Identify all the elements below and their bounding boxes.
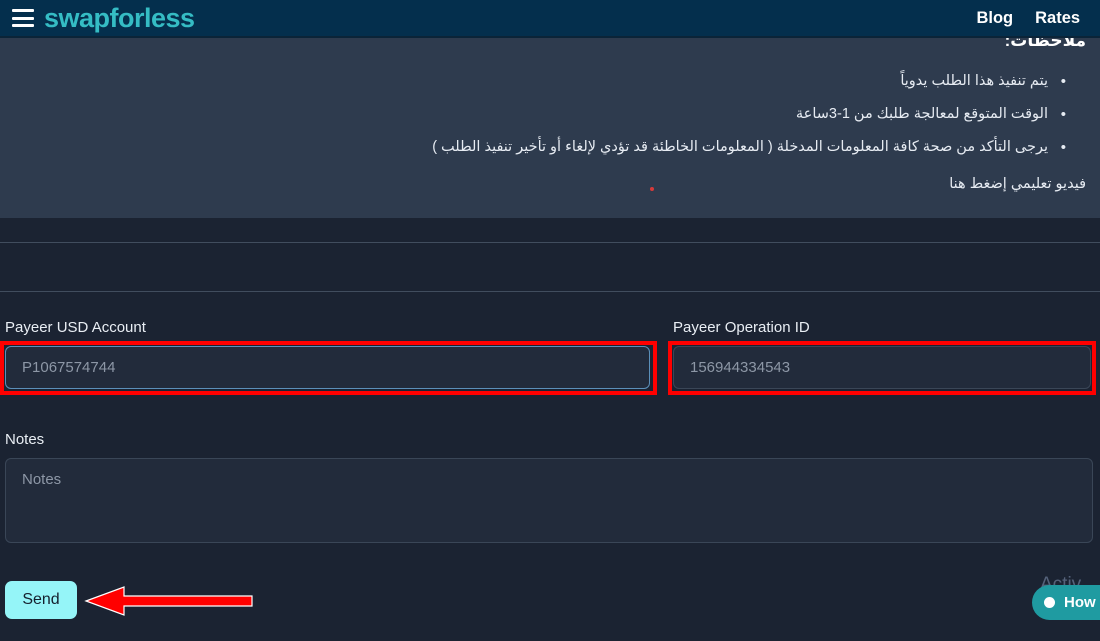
list-item: الوقت المتوقع لمعالجة طلبك من 1-3ساعة bbox=[0, 98, 1066, 131]
divider bbox=[0, 242, 1100, 243]
nav-link-rates[interactable]: Rates bbox=[1035, 9, 1080, 28]
notes-bullet-list: يتم تنفيذ هذا الطلب يدوياً الوقت المتوقع… bbox=[0, 65, 1066, 164]
main-nav: Blog Rates C bbox=[976, 9, 1100, 28]
chat-widget-label: How c bbox=[1064, 594, 1100, 611]
hamburger-bar bbox=[12, 16, 34, 20]
hamburger-bar bbox=[12, 9, 34, 12]
list-item: يرجى التأكد من صحة كافة المعلومات المدخل… bbox=[0, 131, 1066, 164]
hamburger-bar bbox=[12, 24, 34, 27]
label-payeer-usd-account: Payeer USD Account bbox=[5, 319, 146, 336]
page-root: swapforless Blog Rates C ملاحظات: يتم تن… bbox=[0, 0, 1100, 641]
label-notes: Notes bbox=[5, 431, 45, 448]
annotation-arrow-icon bbox=[84, 586, 253, 616]
red-dot-marker bbox=[650, 186, 654, 191]
tutorial-video-line: فيديو تعليمي إضغط هنا bbox=[0, 176, 1086, 192]
send-button[interactable]: Send bbox=[5, 581, 77, 619]
notes-panel: ملاحظات: يتم تنفيذ هذا الطلب يدوياً الوق… bbox=[0, 30, 1100, 218]
tutorial-video-link[interactable]: فيديو تعليمي إضغط هنا bbox=[949, 176, 1086, 192]
list-item: يتم تنفيذ هذا الطلب يدوياً bbox=[0, 65, 1066, 98]
label-payeer-operation-id: Payeer Operation ID bbox=[673, 319, 810, 336]
payeer-operation-id-input[interactable]: 156944334543 bbox=[673, 346, 1091, 389]
chat-widget-button[interactable]: How c bbox=[1032, 585, 1100, 620]
payeer-usd-account-input[interactable]: P1067574744 bbox=[5, 346, 650, 389]
notes-textarea[interactable]: Notes bbox=[5, 458, 1093, 543]
chat-status-dot-icon bbox=[1044, 597, 1055, 608]
divider bbox=[0, 291, 1100, 292]
hamburger-icon[interactable] bbox=[12, 9, 34, 27]
brand-logo[interactable]: swapforless bbox=[44, 4, 195, 32]
nav-link-blog[interactable]: Blog bbox=[976, 9, 1013, 28]
site-header: swapforless Blog Rates C bbox=[0, 0, 1100, 38]
